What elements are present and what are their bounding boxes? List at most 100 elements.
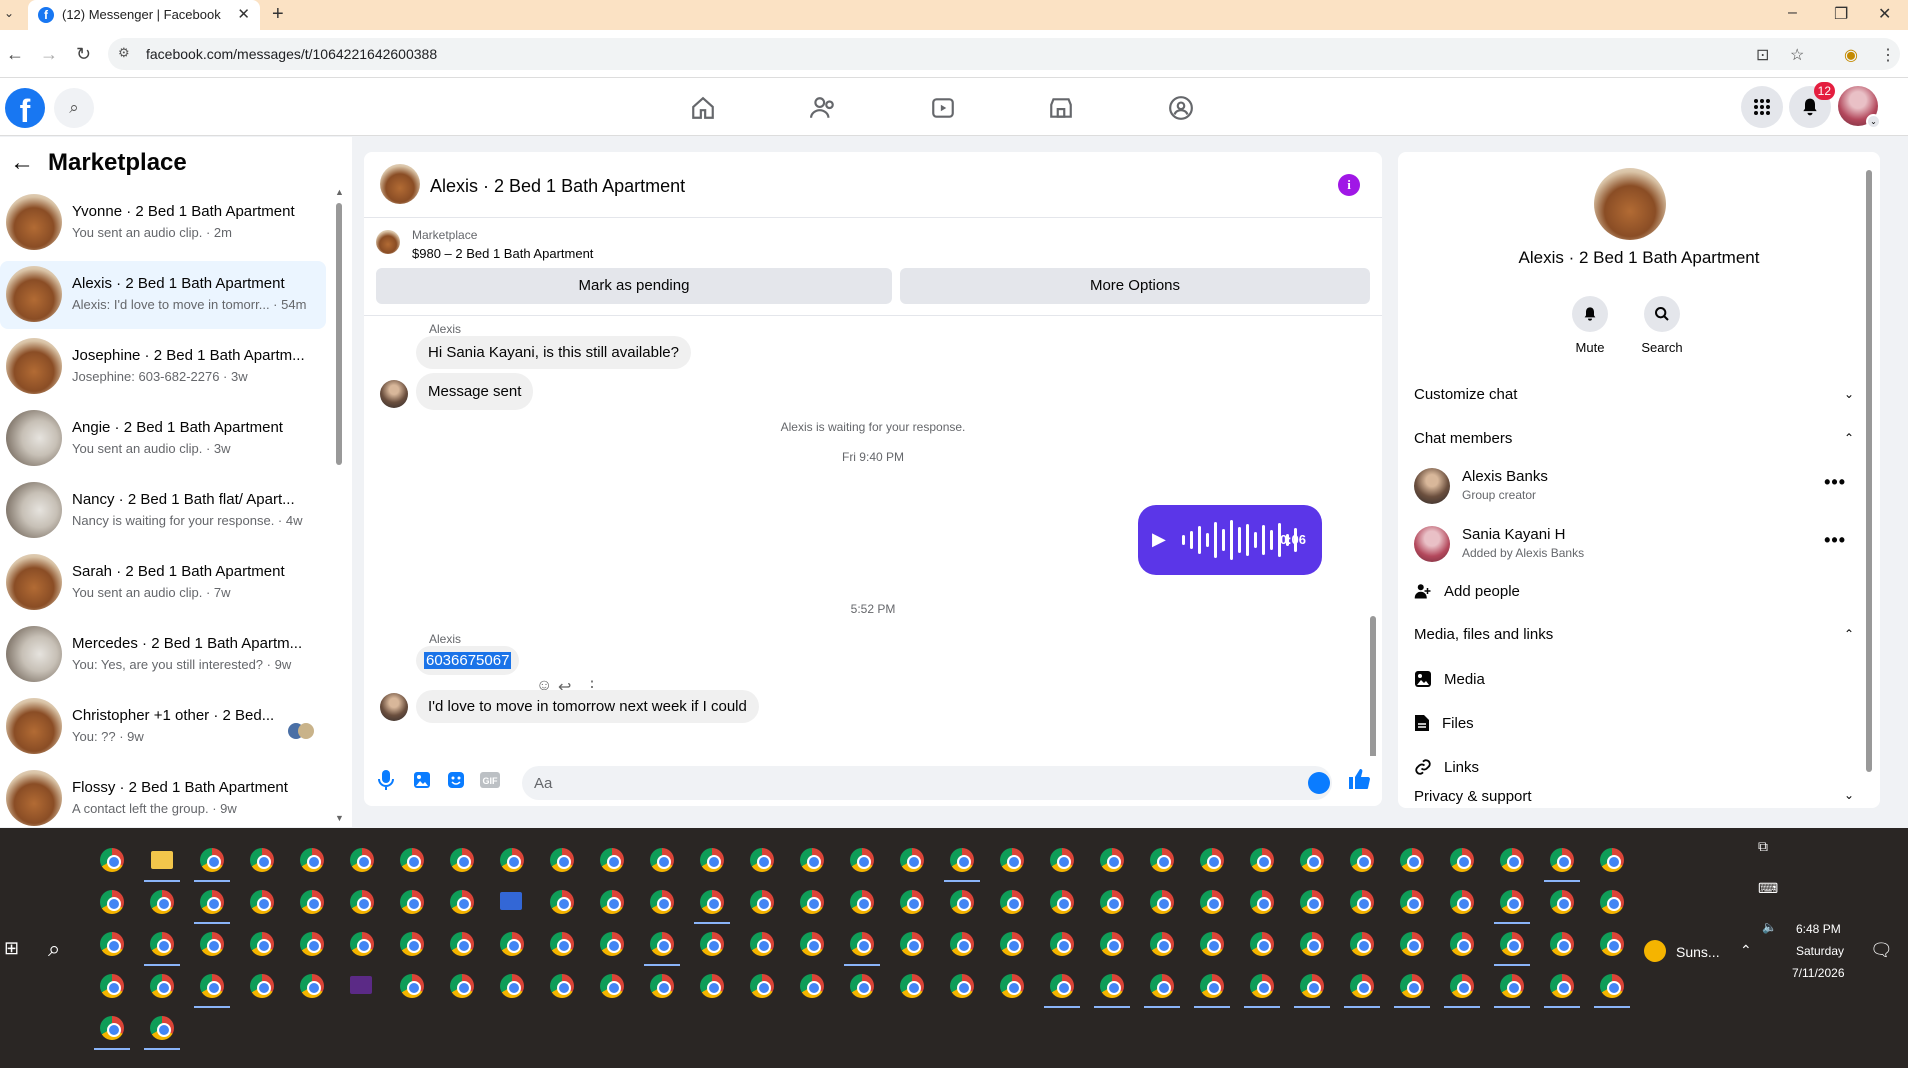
chrome-window-icon[interactable]	[750, 974, 774, 998]
chrome-window-icon[interactable]	[950, 974, 974, 998]
chrome-window-icon[interactable]	[950, 890, 974, 914]
thread-scrollbar[interactable]	[1370, 616, 1376, 756]
conversation-item[interactable]: Josephine · 2 Bed 1 Bath Apartm... Joseph…	[0, 333, 326, 401]
chrome-window-icon[interactable]	[100, 1016, 124, 1040]
links-row[interactable]: Links	[1414, 752, 1479, 782]
chrome-window-icon[interactable]	[1450, 890, 1474, 914]
chrome-window-icon[interactable]	[600, 932, 624, 956]
chrome-window-icon[interactable]	[150, 890, 174, 914]
app-icon[interactable]	[350, 976, 372, 994]
conversation-item[interactable]: Yvonne · 2 Bed 1 Bath Apartment You sent …	[0, 189, 326, 257]
chrome-window-icon[interactable]	[1450, 932, 1474, 956]
volume-icon[interactable]: 🔈	[1762, 920, 1777, 934]
chrome-window-icon[interactable]	[550, 932, 574, 956]
chrome-window-icon[interactable]	[1200, 848, 1224, 872]
chrome-window-icon[interactable]	[1550, 932, 1574, 956]
chrome-window-icon[interactable]	[800, 848, 824, 872]
chrome-window-icon[interactable]	[1100, 848, 1124, 872]
chrome-window-icon[interactable]	[1200, 890, 1224, 914]
message-bubble[interactable]: 6036675067	[416, 646, 520, 675]
chrome-window-icon[interactable]	[1150, 932, 1174, 956]
touch-keyboard-icon[interactable]: ⌨	[1758, 880, 1778, 897]
play-icon[interactable]: ▶	[1152, 529, 1166, 550]
conversation-item[interactable]: Flossy · 2 Bed 1 Bath Apartment A contact…	[0, 765, 326, 833]
home-icon[interactable]	[688, 93, 718, 123]
chrome-window-icon[interactable]	[1250, 848, 1274, 872]
sender-avatar[interactable]	[380, 380, 408, 408]
clock-day[interactable]: Saturday	[1796, 944, 1844, 958]
new-tab-icon[interactable]: +	[272, 3, 284, 26]
windows-start-icon[interactable]: ⊞	[4, 938, 19, 959]
chrome-window-icon[interactable]	[750, 932, 774, 956]
browser-menu-icon[interactable]: ⋮	[1880, 45, 1896, 65]
chrome-window-icon[interactable]	[300, 932, 324, 956]
chrome-window-icon[interactable]	[200, 932, 224, 956]
details-avatar[interactable]	[1594, 168, 1666, 240]
chrome-window-icon[interactable]	[550, 848, 574, 872]
close-tab-icon[interactable]: ✕	[237, 5, 250, 23]
weather-text[interactable]: Suns...	[1676, 944, 1720, 960]
chat-avatar[interactable]	[380, 164, 420, 204]
maximize-icon[interactable]: ❐	[1834, 4, 1848, 24]
chrome-window-icon[interactable]	[1150, 890, 1174, 914]
chrome-window-icon[interactable]	[450, 848, 474, 872]
chat-title[interactable]: Alexis · 2 Bed 1 Bath Apartment	[430, 176, 685, 197]
reload-icon[interactable]: ↻	[76, 44, 91, 65]
url-field[interactable]: ⚙ facebook.com/messages/t/10642216426003…	[108, 38, 1900, 70]
sender-avatar[interactable]	[380, 693, 408, 721]
chrome-window-icon[interactable]	[1150, 848, 1174, 872]
install-app-icon[interactable]: ⊡	[1756, 45, 1769, 65]
chrome-window-icon[interactable]	[650, 974, 674, 998]
marketplace-icon[interactable]	[1046, 93, 1076, 123]
chrome-window-icon[interactable]	[200, 848, 224, 872]
photo-icon[interactable]	[412, 770, 432, 790]
chrome-window-icon[interactable]	[150, 1016, 174, 1040]
files-row[interactable]: Files	[1414, 708, 1474, 738]
chrome-window-icon[interactable]	[700, 932, 724, 956]
account-avatar[interactable]: ⌄	[1838, 86, 1881, 129]
chrome-window-icon[interactable]	[100, 974, 124, 998]
bookmark-star-icon[interactable]: ☆	[1790, 45, 1804, 65]
chrome-window-icon[interactable]	[1000, 974, 1024, 998]
close-window-icon[interactable]: ✕	[1878, 4, 1891, 24]
chrome-window-icon[interactable]	[1400, 932, 1424, 956]
chrome-window-icon[interactable]	[450, 932, 474, 956]
chrome-window-icon[interactable]	[1500, 890, 1524, 914]
chrome-window-icon[interactable]	[1500, 974, 1524, 998]
clock-date[interactable]: 7/11/2026	[1792, 966, 1845, 980]
chrome-window-icon[interactable]	[1100, 890, 1124, 914]
site-info-icon[interactable]: ⚙	[118, 45, 130, 61]
chrome-window-icon[interactable]	[100, 848, 124, 872]
chrome-window-icon[interactable]	[1050, 890, 1074, 914]
chrome-window-icon[interactable]	[400, 890, 424, 914]
chrome-window-icon[interactable]	[150, 974, 174, 998]
chrome-window-icon[interactable]	[400, 932, 424, 956]
scroll-down-icon[interactable]: ▼	[335, 813, 344, 823]
chrome-window-icon[interactable]	[1300, 848, 1324, 872]
chrome-window-icon[interactable]	[600, 848, 624, 872]
weather-sun-icon[interactable]	[1644, 940, 1666, 962]
chrome-window-icon[interactable]	[1600, 848, 1624, 872]
message-bubble[interactable]: Message sent	[416, 373, 534, 410]
info-icon[interactable]: i	[1338, 174, 1360, 196]
more-options-button[interactable]: More Options	[900, 268, 1370, 304]
mute-button[interactable]: Mute	[1555, 296, 1625, 355]
media-row[interactable]: Media	[1414, 664, 1485, 694]
message-bubble[interactable]: Hi Sania Kayani, is this still available…	[416, 336, 691, 369]
chrome-window-icon[interactable]	[300, 890, 324, 914]
chrome-window-icon[interactable]	[550, 974, 574, 998]
chrome-window-icon[interactable]	[500, 848, 524, 872]
chrome-window-icon[interactable]	[1300, 932, 1324, 956]
phone-number-text[interactable]: 6036675067	[424, 652, 512, 669]
chrome-window-icon[interactable]	[1400, 848, 1424, 872]
chrome-window-icon[interactable]	[750, 890, 774, 914]
conversation-item[interactable]: Angie · 2 Bed 1 Bath Apartment You sent a…	[0, 405, 326, 473]
listing-title[interactable]: $980 – 2 Bed 1 Bath Apartment	[412, 246, 593, 261]
chrome-window-icon[interactable]	[1050, 974, 1074, 998]
chrome-window-icon[interactable]	[1300, 974, 1324, 998]
show-hidden-icons-chevron-icon[interactable]: ⌃	[1740, 942, 1752, 959]
back-arrow-icon[interactable]: ←	[10, 149, 34, 177]
chrome-window-icon[interactable]	[950, 848, 974, 872]
chrome-window-icon[interactable]	[300, 974, 324, 998]
notification-center-icon[interactable]: 🗨	[1870, 940, 1893, 961]
